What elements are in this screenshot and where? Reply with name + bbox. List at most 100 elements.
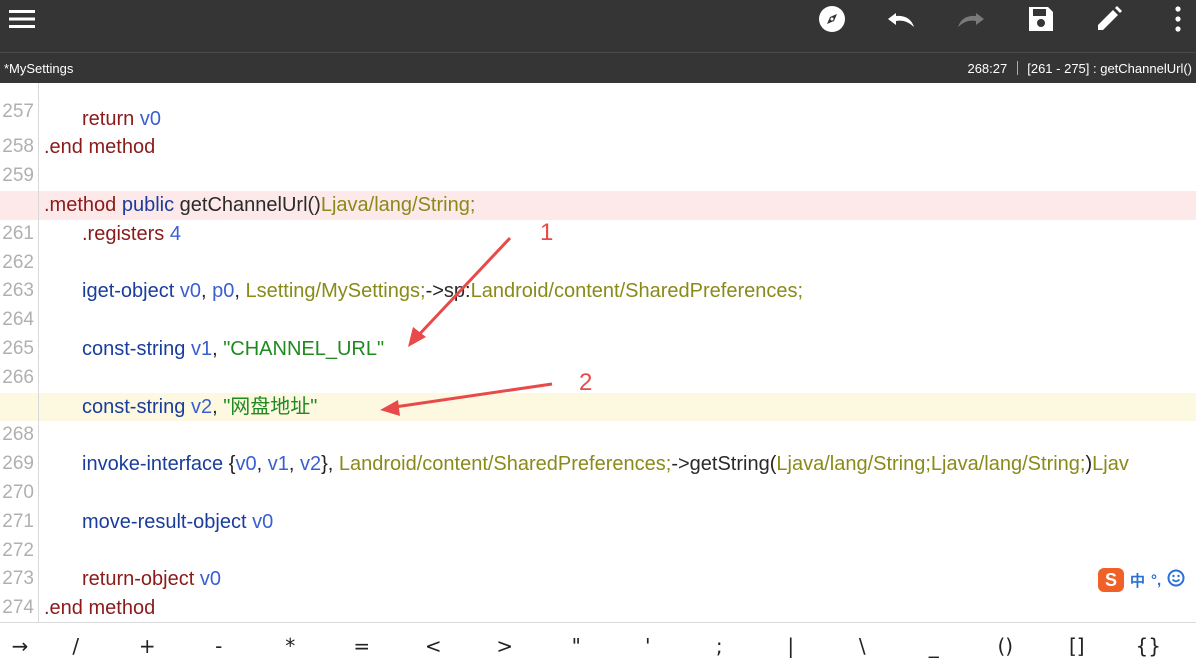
token: v0 — [139, 107, 161, 130]
token: v1 — [190, 338, 213, 360]
edit-icon[interactable] — [1092, 0, 1126, 38]
token: Landroid/content/SharedPreferences; — [338, 453, 672, 476]
status-bar: *MySettings 268:27 [261 - 275] : getChann… — [0, 52, 1196, 83]
symbol-key-tab[interactable]: → — [0, 623, 40, 667]
app-bar — [0, 0, 1196, 52]
token: invoke-interface — [82, 453, 224, 476]
token: method — [88, 597, 156, 620]
token: 4 — [169, 222, 181, 245]
code-line-current[interactable]: 268 const-string v2, "网盘地址" — [0, 392, 1196, 445]
token: .end — [44, 136, 83, 159]
ime-chinese-toggle[interactable]: 中 — [1130, 570, 1145, 591]
token: move-result-object — [82, 510, 247, 533]
code-line[interactable]: 266 const-string v1, "CHANNEL_URL" — [0, 335, 1196, 388]
code-line[interactable]: 263 — [0, 249, 1196, 301]
token: public — [121, 194, 175, 216]
code-line[interactable]: 273 — [0, 537, 1196, 589]
code-line[interactable]: 275 .end method — [0, 594, 1196, 622]
more-vert-icon[interactable] — [1166, 0, 1190, 38]
token: const-string — [82, 338, 186, 360]
file-title: *MySettings — [4, 61, 74, 76]
code-line[interactable]: 271 — [0, 479, 1196, 532]
symbol-key-single-quote[interactable]: ' — [612, 623, 684, 667]
code-line[interactable]: 260 — [0, 162, 1196, 215]
symbol-key-asterisk[interactable]: * — [255, 623, 327, 667]
token: method — [88, 136, 156, 159]
token: sp — [443, 280, 466, 303]
token: , — [256, 453, 263, 476]
code-line[interactable]: 272 move-result-object v0 — [0, 508, 1196, 561]
symbol-bar: → / + - * = < > " ' ; | \ _ () [] {} — [0, 622, 1196, 667]
token: , — [288, 453, 295, 476]
code-line[interactable]: 258 return v0 — [0, 105, 1196, 158]
code-line[interactable]: 267 — [0, 364, 1196, 417]
annotation-label-1: 1 — [540, 219, 554, 246]
code-line[interactable]: 262 .registers 4 — [0, 220, 1196, 273]
code-line[interactable]: 270 invoke-interface {v0, v1, v2}, Landr… — [0, 450, 1196, 503]
compass-icon[interactable] — [815, 0, 849, 38]
gutter-divider — [38, 83, 39, 622]
symbol-key-brackets[interactable]: [] — [1041, 623, 1113, 667]
token: .method — [44, 194, 117, 216]
symbol-key-double-quote[interactable]: " — [541, 623, 613, 667]
smiley-icon[interactable] — [1167, 569, 1185, 592]
code-line[interactable]: 265 — [0, 306, 1196, 359]
symbol-key-slash[interactable]: / — [40, 623, 112, 667]
token: v0 — [252, 510, 274, 533]
ime-toolbar[interactable]: S 中 °, — [1094, 566, 1196, 594]
code-line[interactable]: 274 return-object v0 — [0, 565, 1196, 618]
symbol-key-pipe[interactable]: | — [755, 623, 827, 667]
token: }, — [321, 453, 334, 476]
symbol-key-underscore[interactable]: _ — [898, 623, 970, 667]
redo-icon[interactable] — [952, 0, 988, 38]
undo-icon[interactable] — [884, 0, 920, 38]
token: .registers — [82, 222, 165, 245]
token: , — [212, 338, 218, 360]
code-line[interactable]: 259 .end method — [0, 133, 1196, 186]
code-line-error[interactable]: 261 .method public getChannelUrl()Ljava/… — [0, 191, 1196, 244]
token: , — [200, 280, 207, 303]
code-editor[interactable]: 257 258 return v0 259 .end method 260 26… — [0, 83, 1196, 622]
token: "网盘地址" — [223, 395, 318, 418]
ime-logo-icon[interactable]: S — [1098, 568, 1124, 592]
ime-punctuation-toggle[interactable]: °, — [1151, 572, 1161, 589]
token: p0 — [212, 280, 235, 303]
symbol-key-braces[interactable]: {} — [1113, 623, 1185, 667]
symbol-key-semicolon[interactable]: ; — [684, 623, 756, 667]
token: .end — [44, 597, 83, 620]
status-info: 268:27 [261 - 275] : getChannelUrl() — [967, 61, 1192, 76]
symbol-key-minus[interactable]: - — [183, 623, 255, 667]
token: v2 — [190, 395, 213, 418]
symbol-key-greater-than[interactable]: > — [469, 623, 541, 667]
token: , — [234, 280, 240, 303]
token: Ljava/lang/String; — [320, 194, 476, 216]
token: v0 — [235, 453, 257, 476]
token: Ljava/lang/String;Ljava/lang/String; — [776, 453, 1086, 476]
token: return — [82, 107, 135, 130]
cursor-position: 268:27 — [967, 61, 1008, 76]
token: getChannelUrl() — [179, 194, 321, 216]
symbol-key-equals[interactable]: = — [326, 623, 398, 667]
token: "CHANNEL_URL" — [223, 338, 385, 360]
token: return-object — [82, 568, 195, 591]
token: iget-object — [82, 280, 175, 303]
symbol-key-plus[interactable]: + — [112, 623, 184, 667]
symbol-key-less-than[interactable]: < — [398, 623, 470, 667]
symbol-key-backslash[interactable]: \ — [827, 623, 899, 667]
annotation-label-2: 2 — [579, 369, 593, 396]
save-icon[interactable] — [1024, 0, 1058, 38]
token: Landroid/content/SharedPreferences; — [470, 280, 804, 303]
code-line[interactable]: 269 — [0, 421, 1196, 474]
code-line[interactable]: 257 — [0, 83, 1196, 122]
code-line[interactable]: 264 iget-object v0, p0, Lsetting/MySetti… — [0, 277, 1196, 330]
token: , — [212, 395, 218, 418]
token: v2 — [299, 453, 322, 476]
token: v1 — [267, 453, 289, 476]
token: Lsetting/MySettings; — [245, 280, 426, 303]
status-divider — [1017, 61, 1019, 75]
token: ->getString — [671, 453, 770, 476]
token: -> — [425, 280, 444, 303]
method-range: [261 - 275] : getChannelUrl() — [1027, 61, 1192, 76]
menu-icon[interactable] — [6, 0, 38, 38]
symbol-key-parentheses[interactable]: () — [970, 623, 1042, 667]
